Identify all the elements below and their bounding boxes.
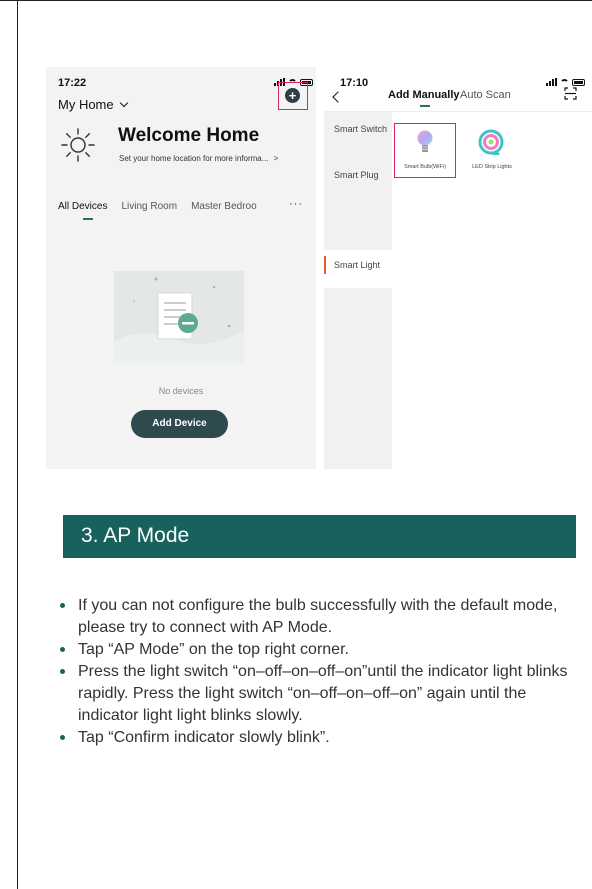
product-label: LED Strip Lights <box>472 164 512 170</box>
led-strip-icon[interactable] <box>478 129 504 155</box>
signal-icon <box>546 78 557 86</box>
location-hint-text: Set your home location for more informa.… <box>119 154 269 163</box>
add-device-highlight: + <box>278 82 308 110</box>
status-icons <box>546 78 585 86</box>
page-border-top <box>0 0 592 1</box>
active-category-bar <box>324 256 326 274</box>
product-smart-bulb[interactable]: Smart Bulb(WiFi) <box>394 123 456 178</box>
wifi-icon <box>560 78 569 86</box>
section-header: 3. AP Mode <box>63 515 576 558</box>
category-smart-switch[interactable]: Smart Switch <box>334 124 390 135</box>
category-sidebar: Smart Switch Smart Plug Smart Light <box>324 112 392 469</box>
location-arrow: > <box>273 154 279 163</box>
welcome-title: Welcome Home <box>118 125 260 146</box>
instruction-item: Tap “AP Mode” on the top right corner. <box>58 639 588 661</box>
instruction-item: Press the light switch “on–off–on–off–on… <box>58 661 588 727</box>
home-title: My Home <box>58 97 114 112</box>
add-device-screen-screenshot: 17:10 Add Manually Auto Scan Smart Switc… <box>324 67 592 469</box>
product-label: Smart Bulb(WiFi) <box>404 164 446 170</box>
tab-master-bedroom[interactable]: Master Bedroo <box>191 201 257 212</box>
add-device-button[interactable]: Add Device <box>131 410 228 438</box>
active-tab-indicator <box>83 218 93 220</box>
section-title: 3. AP Mode <box>81 524 190 547</box>
tab-auto-scan[interactable]: Auto Scan <box>460 89 511 101</box>
battery-icon <box>572 78 585 86</box>
instruction-item: Tap “Confirm indicator slowly blink”. <box>58 727 588 749</box>
more-icon[interactable]: ··· <box>289 198 303 210</box>
status-time: 17:10 <box>340 77 369 89</box>
tab-all-devices[interactable]: All Devices <box>58 201 107 212</box>
location-hint[interactable]: Set your home location for more informa.… <box>119 154 278 163</box>
empty-state-text: No devices <box>158 386 204 396</box>
home-screen-screenshot: 17:22 My Home + Welcome Home Set your ho… <box>46 67 316 469</box>
chevron-down-icon <box>119 98 128 108</box>
scan-icon[interactable] <box>564 87 577 100</box>
empty-state-illustration <box>114 271 244 363</box>
status-time: 17:22 <box>58 77 87 89</box>
tab-add-manually[interactable]: Add Manually <box>388 89 460 101</box>
instruction-item: If you can not configure the bulb succes… <box>58 595 588 639</box>
bulb-icon <box>417 130 433 152</box>
tab-fade <box>254 195 286 215</box>
back-chevron-icon[interactable] <box>332 91 344 103</box>
tab-living-room[interactable]: Living Room <box>121 201 177 212</box>
category-smart-plug[interactable]: Smart Plug <box>334 170 390 181</box>
home-selector[interactable]: My Home <box>58 97 128 112</box>
status-bar: 17:22 <box>46 67 316 95</box>
page-border-left <box>17 0 18 889</box>
room-tabs: All Devices Living Room Master Bedroo <box>58 201 257 212</box>
category-smart-light[interactable]: Smart Light <box>334 260 390 271</box>
instruction-list: If you can not configure the bulb succes… <box>58 595 588 749</box>
add-circle-icon[interactable]: + <box>285 88 300 103</box>
active-tab-indicator <box>420 105 430 107</box>
sun-icon <box>61 128 95 162</box>
